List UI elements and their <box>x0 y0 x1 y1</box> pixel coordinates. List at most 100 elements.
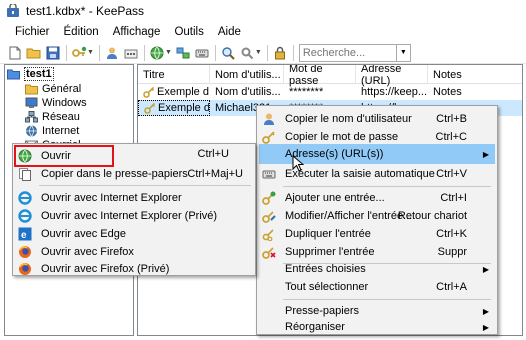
tree-root-label: test1 <box>24 67 54 81</box>
submenu-item-copy-clipboard[interactable]: Copier dans le presse-papiers Ctrl+Maj+U <box>15 164 253 184</box>
keepass-app-icon <box>6 2 20 18</box>
menu-item-rearrange[interactable]: Réorganiser ▶ <box>259 317 495 337</box>
cell-username: Nom d'utilis... <box>215 86 281 98</box>
firefox-icon <box>18 262 32 276</box>
key-add-icon <box>262 191 276 205</box>
edit-icon <box>262 209 276 223</box>
cell-url: https://keep... <box>361 86 428 98</box>
find-icon[interactable] <box>219 44 237 62</box>
submenu-open-shortcut: Ctrl+U <box>197 148 229 160</box>
toolbar-separator <box>266 44 268 61</box>
menu-separator <box>39 185 251 186</box>
windows-icon <box>25 97 38 109</box>
key-icon <box>143 86 155 98</box>
keyboard-icon <box>262 167 276 181</box>
title-bar: test1.kdbx* - KeePass <box>0 0 526 22</box>
window-title: test1.kdbx* - KeePass <box>26 4 145 18</box>
tree-item-label: Windows <box>42 97 87 109</box>
menu-separator <box>283 299 491 300</box>
add-entry-icon[interactable] <box>70 44 88 62</box>
chevron-right-icon: ▶ <box>482 264 489 274</box>
sync-icon[interactable] <box>174 44 192 62</box>
key-icon <box>262 130 276 144</box>
folder-icon <box>25 83 38 95</box>
toolbar: ▼ ▼ ▼ ▼ <box>0 42 526 64</box>
chevron-right-icon: ▶ <box>482 149 489 159</box>
tree-item-label: Internet <box>42 125 80 137</box>
entry-list-header: Titre Nom d'utilis... Mot de passe Adres… <box>138 65 522 87</box>
globe-icon <box>25 125 38 137</box>
cell-notes: Notes <box>433 86 462 98</box>
chevron-right-icon: ▶ <box>482 306 489 316</box>
ie-icon <box>18 191 32 205</box>
toolbar-separator <box>143 44 145 61</box>
lock-icon[interactable] <box>271 44 289 62</box>
column-header-title[interactable]: Titre <box>138 65 210 84</box>
menu-item-duplicate-entry[interactable]: Dupliquer l'entrée Ctrl+K <box>259 224 495 244</box>
svg-text:e: e <box>21 230 27 241</box>
clipboard-icon <box>18 167 32 181</box>
tree-item-reseau[interactable]: Réseau <box>25 110 80 124</box>
user-icon <box>262 112 276 126</box>
open-url-icon[interactable] <box>148 44 166 62</box>
menu-item-selected-entries[interactable]: Entrées choisies ▶ <box>259 259 495 279</box>
submenu-item-open[interactable]: Ouvrir <box>14 145 114 167</box>
duplicate-icon <box>262 227 276 241</box>
tools-icon[interactable] <box>238 44 256 62</box>
cell-title: Exemple d... <box>138 84 210 100</box>
tree-item-label: Réseau <box>42 111 80 123</box>
chevron-down-icon[interactable]: ▼ <box>396 43 411 62</box>
tree-item-internet[interactable]: Internet <box>25 124 79 138</box>
column-header-username[interactable]: Nom d'utilis... <box>210 65 284 84</box>
table-row[interactable]: Exemple d... Nom d'utilis... ******** ht… <box>138 84 522 100</box>
copy-password-icon[interactable] <box>122 44 140 62</box>
tree-item-general[interactable]: Général <box>25 82 81 96</box>
chevron-down-icon[interactable]: ▼ <box>255 49 262 56</box>
menu-aide[interactable]: Aide <box>211 24 248 40</box>
search-input[interactable] <box>298 43 397 62</box>
new-db-icon[interactable] <box>6 44 24 62</box>
cell-title: Exemple d... <box>138 100 210 116</box>
chevron-right-icon: ▶ <box>482 322 489 332</box>
column-header-notes[interactable]: Notes <box>428 65 522 84</box>
menu-item-add-entry[interactable]: Ajouter une entrée... Ctrl+I <box>259 188 495 208</box>
mouse-cursor-icon <box>292 155 304 172</box>
globe-icon <box>18 149 32 163</box>
folder-icon <box>7 68 20 80</box>
menu-separator <box>283 186 491 187</box>
chevron-down-icon[interactable]: ▼ <box>165 49 172 56</box>
menu-edition[interactable]: Édition <box>57 24 106 40</box>
tree-item-label: Général <box>42 83 82 95</box>
submenu-item-open-firefox-private[interactable]: Ouvrir avec Firefox (Privé) <box>15 259 253 279</box>
cell-password: ******** <box>289 86 324 98</box>
menu-outils[interactable]: Outils <box>167 24 210 40</box>
entry-context-menu: Copier le nom d'utilisateur Ctrl+B Copie… <box>256 105 498 335</box>
chevron-down-icon[interactable]: ▼ <box>87 49 94 56</box>
menu-affichage[interactable]: Affichage <box>106 24 168 40</box>
url-submenu: Ouvrir Ctrl+U Copier dans le presse-papi… <box>12 143 256 276</box>
ie-icon <box>18 209 32 223</box>
submenu-item-open-ie-private[interactable]: Ouvrir avec Internet Explorer (Privé) <box>15 206 253 226</box>
column-header-url[interactable]: Adresse (URL) <box>356 65 428 87</box>
submenu-item-open-ie[interactable]: Ouvrir avec Internet Explorer <box>15 188 253 208</box>
menu-item-copy-username[interactable]: Copier le nom d'utilisateur Ctrl+B <box>259 109 495 129</box>
toolbar-separator <box>66 44 67 61</box>
network-icon <box>25 111 38 123</box>
tree-root-database[interactable]: test1 <box>7 67 54 81</box>
firefox-icon <box>18 245 32 259</box>
save-icon[interactable] <box>44 44 62 62</box>
menu-item-edit-entry[interactable]: Modifier/Afficher l'entrée... Retour cha… <box>259 206 495 226</box>
key-icon <box>144 102 156 114</box>
column-header-password[interactable]: Mot de passe <box>284 65 356 87</box>
edge-icon: e <box>18 227 32 241</box>
delete-icon <box>262 245 276 259</box>
menu-fichier[interactable]: Fichier <box>8 24 57 40</box>
toolbar-separator <box>98 44 100 61</box>
autotype-icon[interactable] <box>193 44 211 62</box>
submenu-item-open-edge[interactable]: e Ouvrir avec Edge <box>15 224 253 244</box>
tree-item-windows[interactable]: Windows <box>25 96 87 110</box>
menu-bar: Fichier Édition Affichage Outils Aide <box>0 22 526 42</box>
menu-item-select-all[interactable]: Tout sélectionner Ctrl+A <box>259 277 495 297</box>
open-db-icon[interactable] <box>25 44 43 62</box>
copy-user-icon[interactable] <box>103 44 121 62</box>
